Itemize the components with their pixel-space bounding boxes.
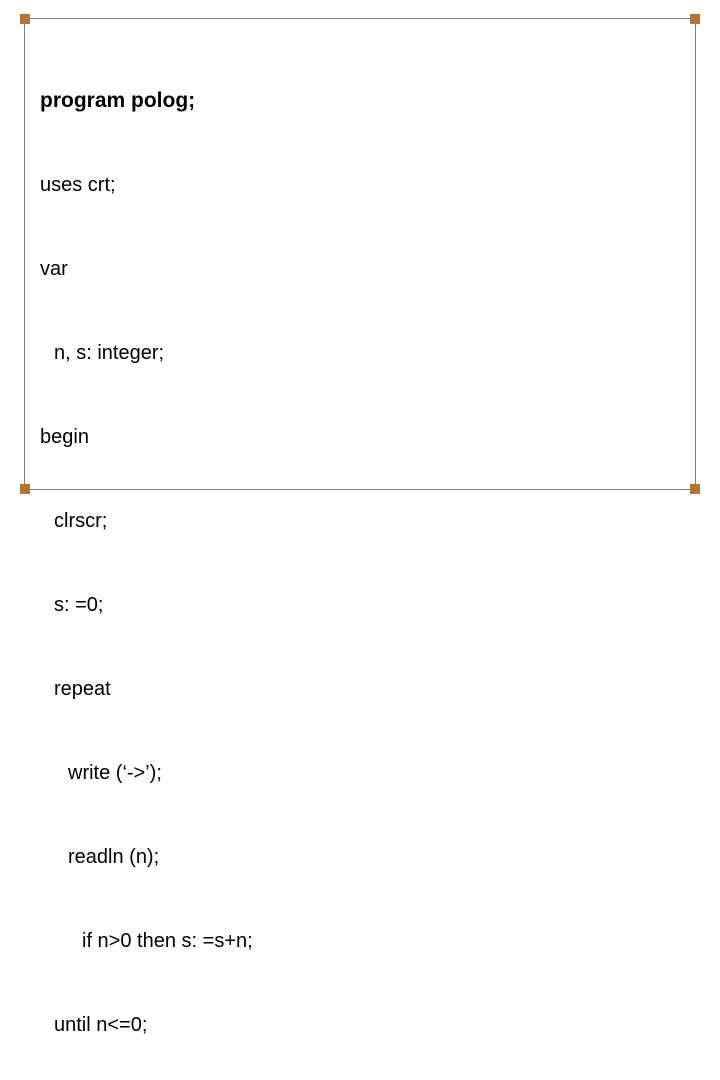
corner-decoration <box>20 484 30 494</box>
code-line: if n>0 then s: =s+n; <box>40 927 563 955</box>
code-line: until n<=0; <box>40 1011 563 1039</box>
code-line: program polog; <box>40 86 563 115</box>
code-line: uses crt; <box>40 171 563 199</box>
code-listing: program polog; uses crt; var n, s: integ… <box>40 30 563 1080</box>
code-line: write (‘->’); <box>40 759 563 787</box>
code-line: clrscr; <box>40 507 563 535</box>
code-line: var <box>40 255 563 283</box>
code-line: n, s: integer; <box>40 339 563 367</box>
corner-decoration <box>690 484 700 494</box>
corner-decoration <box>690 14 700 24</box>
code-line: repeat <box>40 675 563 703</box>
corner-decoration <box>20 14 30 24</box>
code-line: readln (n); <box>40 843 563 871</box>
code-line: s: =0; <box>40 591 563 619</box>
code-line: begin <box>40 423 563 451</box>
